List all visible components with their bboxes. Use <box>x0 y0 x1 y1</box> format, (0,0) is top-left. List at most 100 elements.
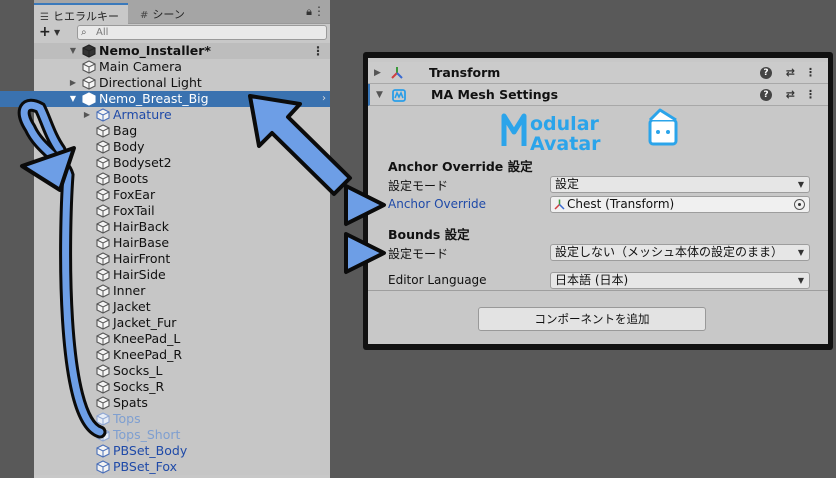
list-icon: ☰ <box>40 12 49 23</box>
gameobject-cube-icon <box>96 380 110 394</box>
anchor-mode-dropdown[interactable]: 設定 ▼ <box>550 176 810 193</box>
gameobject-cube-icon <box>96 204 110 218</box>
hierarchy-row-label: Spats <box>113 395 148 410</box>
scene-root-row[interactable]: ▼ Nemo_Installer* ⋮ <box>34 43 330 59</box>
kebab-menu-icon[interactable]: ⋮ <box>312 43 324 59</box>
hierarchy-row[interactable]: Tops_Short <box>34 427 330 443</box>
anchor-override-value: Chest (Transform) <box>567 197 675 211</box>
transform-axes-icon <box>391 67 403 79</box>
anchor-mode-label: 設定モード <box>388 179 449 193</box>
chevron-down-icon[interactable]: ▼ <box>54 28 60 37</box>
prefab-cube-icon <box>96 108 110 122</box>
hierarchy-row[interactable]: Socks_R <box>34 379 330 395</box>
hierarchy-row-label: PBSet_Fox <box>113 459 178 474</box>
tab-hierarchy-label: ヒエラルキー <box>52 10 119 23</box>
hierarchy-row[interactable]: HairBase <box>34 235 330 251</box>
search-placeholder: All <box>96 27 109 38</box>
chevron-right-icon[interactable]: ▶ <box>82 107 92 123</box>
anchor-override-object-field[interactable]: Chest (Transform) <box>550 196 810 213</box>
tab-scene[interactable]: # シーン <box>134 3 194 24</box>
hierarchy-row[interactable]: HairBack <box>34 219 330 235</box>
lock-icon[interactable]: 🔒︎ <box>306 5 312 19</box>
hierarchy-row-label: FoxEar <box>113 187 156 202</box>
object-picker-icon[interactable] <box>794 199 805 210</box>
editor-language-dropdown[interactable]: 日本語 (日本) ▼ <box>550 272 810 289</box>
hierarchy-row[interactable]: Tops <box>34 411 330 427</box>
gameobject-cube-icon <box>96 300 110 314</box>
help-icon[interactable]: ? <box>760 89 772 101</box>
gameobject-cube-icon <box>96 156 110 170</box>
hierarchy-row-label: HairSide <box>113 267 166 282</box>
prefab-cube-icon <box>96 460 110 474</box>
hierarchy-row[interactable]: HairSide <box>34 267 330 283</box>
chevron-right-icon[interactable]: ▶ <box>68 75 78 91</box>
hierarchy-row[interactable]: Boots <box>34 171 330 187</box>
hierarchy-row[interactable]: Jacket_Fur <box>34 315 330 331</box>
help-icon[interactable]: ? <box>760 67 772 79</box>
hierarchy-row[interactable]: PBSet_Fox <box>34 459 330 475</box>
inspector-panel: ▶ Transform ? ⇄ ⋮ ▼ MA Mesh Settings ? ⇄… <box>368 58 828 344</box>
divider <box>368 290 828 291</box>
gameobject-cube-icon <box>96 316 110 330</box>
hierarchy-row[interactable]: FoxTail <box>34 203 330 219</box>
tab-hierarchy[interactable]: ☰ ヒエラルキー <box>34 3 128 24</box>
hierarchy-row-label: Body <box>113 139 145 154</box>
prefab-cube-icon <box>96 444 110 458</box>
anchor-override-section-title: Anchor Override 設定 <box>388 159 533 174</box>
gameobject-cube-icon <box>96 412 110 426</box>
transform-component-header[interactable]: ▶ Transform ? ⇄ ⋮ <box>368 62 828 84</box>
gameobject-cube-icon <box>96 124 110 138</box>
hierarchy-row[interactable]: Bag <box>34 123 330 139</box>
hierarchy-row[interactable]: PBSet_Body <box>34 443 330 459</box>
chevron-right-icon[interactable]: › <box>322 91 326 107</box>
gameobject-cube-icon <box>96 188 110 202</box>
hierarchy-row[interactable]: ▶ Armature <box>34 107 330 123</box>
unity-scene-icon <box>82 44 96 58</box>
modular-avatar-logo: odular Avatar <box>501 108 678 154</box>
hierarchy-row[interactable]: Spats <box>34 395 330 411</box>
hierarchy-panel: ☰ ヒエラルキー # シーン 🔒︎ ⋮ + ▼ ⌕ All ▼ Nemo_Insta… <box>0 0 330 478</box>
hierarchy-row[interactable]: Inner <box>34 283 330 299</box>
chevron-down-icon[interactable]: ▼ <box>68 91 78 107</box>
search-input[interactable]: ⌕ All <box>77 25 327 40</box>
chevron-down-icon: ▼ <box>797 276 804 285</box>
hierarchy-row-label: KneePad_L <box>113 331 181 346</box>
hierarchy-row-label: Socks_R <box>113 379 165 394</box>
editor-language-label: Editor Language <box>388 273 487 287</box>
gameobject-cube-icon <box>96 140 110 154</box>
hierarchy-row[interactable]: FoxEar <box>34 187 330 203</box>
ma-mesh-settings-header[interactable]: ▼ MA Mesh Settings ? ⇄ ⋮ <box>368 84 828 106</box>
logo-box-mascot-icon <box>648 108 678 146</box>
hierarchy-tab-bar: ☰ ヒエラルキー # シーン 🔒︎ ⋮ <box>34 0 330 24</box>
add-component-button[interactable]: コンポーネントを追加 <box>478 307 706 331</box>
hierarchy-row[interactable]: KneePad_R <box>34 347 330 363</box>
hierarchy-row-selected[interactable]: ▼ Nemo_Breast_Big › <box>0 91 330 107</box>
hierarchy-row[interactable]: ▶ Directional Light <box>34 75 330 91</box>
hierarchy-row[interactable]: Main Camera <box>34 59 330 75</box>
prefab-cube-icon <box>82 92 96 106</box>
logo-text-line2: Avatar <box>530 133 601 154</box>
gameobject-cube-icon <box>96 348 110 362</box>
hierarchy-row-label: HairFront <box>113 251 171 266</box>
hierarchy-row-label: KneePad_R <box>113 347 183 362</box>
chevron-right-icon[interactable]: ▶ <box>374 62 381 84</box>
hierarchy-row[interactable]: Socks_L <box>34 363 330 379</box>
kebab-menu-icon[interactable]: ⋮ <box>313 4 325 18</box>
kebab-menu-icon[interactable]: ⋮ <box>805 62 816 84</box>
gameobject-cube-icon <box>96 332 110 346</box>
add-object-button[interactable]: + <box>39 24 51 40</box>
scene-name: Nemo_Installer* <box>99 43 211 58</box>
chevron-down-icon[interactable]: ▼ <box>376 84 383 106</box>
hierarchy-row[interactable]: Jacket <box>34 299 330 315</box>
chevron-down-icon[interactable]: ▼ <box>68 43 78 59</box>
hierarchy-row[interactable]: Body <box>34 139 330 155</box>
kebab-menu-icon[interactable]: ⋮ <box>805 84 816 106</box>
hierarchy-row[interactable]: HairFront <box>34 251 330 267</box>
preset-sliders-icon[interactable]: ⇄ <box>786 62 795 84</box>
hierarchy-row-label: Jacket_Fur <box>113 315 177 330</box>
hierarchy-row[interactable]: Bodyset2 <box>34 155 330 171</box>
preset-sliders-icon[interactable]: ⇄ <box>786 84 795 106</box>
bounds-mode-dropdown[interactable]: 設定しない（メッシュ本体の設定のまま） ▼ <box>550 244 810 261</box>
transform-title: Transform <box>429 65 501 80</box>
hierarchy-row[interactable]: KneePad_L <box>34 331 330 347</box>
